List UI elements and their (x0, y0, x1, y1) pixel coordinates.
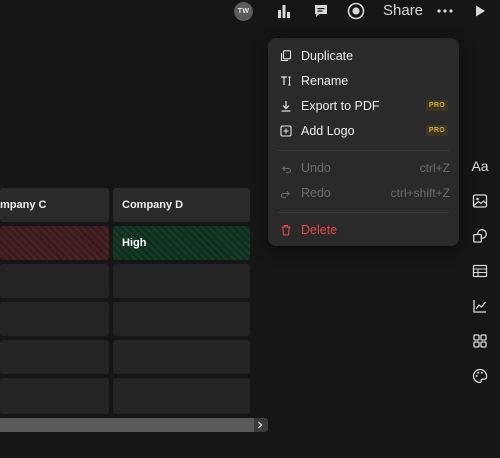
context-menu: Duplicate Rename Export to PDF PRO Add L… (268, 38, 459, 246)
scroll-right-icon[interactable] (254, 419, 266, 431)
undo-icon (280, 162, 292, 174)
table-cell[interactable] (0, 302, 109, 336)
duplicate-icon (280, 50, 292, 62)
menu-item-label: Duplicate (301, 49, 354, 63)
pro-badge: PRO (425, 125, 448, 136)
menu-divider (278, 150, 449, 151)
table-cell[interactable]: High (113, 226, 250, 260)
menu-item-label: Rename (301, 74, 349, 88)
comment-icon[interactable] (311, 1, 331, 21)
menu-item-label: Export to PDF (301, 99, 380, 113)
text-icon[interactable]: Aa (470, 156, 490, 176)
table-cell[interactable] (113, 378, 250, 414)
column-header-label: Company D (122, 199, 184, 211)
rename-icon (280, 75, 292, 87)
menu-item-export-pdf[interactable]: Export to PDF PRO (280, 97, 450, 115)
trash-icon (280, 224, 292, 236)
table-cell[interactable] (0, 378, 109, 414)
column-header-label: mpany C (0, 199, 47, 211)
menu-item-label: Undo (301, 161, 331, 175)
user-avatar[interactable]: TW (234, 2, 253, 21)
menu-item-label: Redo (301, 186, 331, 200)
menu-item-rename[interactable]: Rename (280, 72, 450, 90)
shortcut-label: ctrl+shift+Z (390, 186, 450, 200)
record-icon[interactable] (346, 1, 366, 21)
table-cell[interactable] (113, 302, 250, 336)
column-header-company-c[interactable]: mpany C (0, 188, 109, 222)
menu-item-duplicate[interactable]: Duplicate (280, 47, 450, 65)
menu-item-add-logo[interactable]: Add Logo PRO (280, 122, 450, 140)
top-toolbar: TW Share (0, 0, 500, 22)
horizontal-scrollbar[interactable] (0, 418, 268, 432)
image-icon[interactable] (470, 191, 490, 211)
menu-item-redo[interactable]: Redo ctrl+shift+Z (280, 184, 450, 202)
share-button[interactable]: Share (383, 2, 423, 19)
menu-item-label: Delete (301, 223, 338, 237)
table-cell[interactable] (0, 340, 109, 374)
menu-item-undo[interactable]: Undo ctrl+Z (280, 159, 450, 177)
shortcut-label: ctrl+Z (419, 161, 450, 175)
text-tool-label: Aa (471, 158, 489, 174)
download-icon (280, 100, 292, 112)
grid-icon[interactable] (470, 331, 490, 351)
table-cell[interactable] (0, 264, 109, 298)
redo-icon (280, 187, 292, 199)
menu-divider (278, 212, 449, 213)
line-chart-icon[interactable] (470, 296, 490, 316)
table-cell[interactable] (113, 340, 250, 374)
more-icon[interactable] (435, 1, 455, 21)
play-icon[interactable] (470, 1, 490, 21)
table-cell[interactable] (113, 264, 250, 298)
add-box-icon (280, 125, 292, 137)
bar-chart-icon[interactable] (274, 1, 294, 21)
table-cell[interactable] (0, 226, 109, 260)
column-header-company-d[interactable]: Company D (113, 188, 250, 222)
scrollbar-thumb[interactable] (0, 418, 254, 432)
shapes-icon[interactable] (470, 226, 490, 246)
menu-item-delete[interactable]: Delete (280, 221, 450, 239)
menu-item-label: Add Logo (301, 124, 355, 138)
palette-icon[interactable] (470, 366, 490, 386)
table-icon[interactable] (470, 261, 490, 281)
pro-badge: PRO (425, 100, 448, 111)
